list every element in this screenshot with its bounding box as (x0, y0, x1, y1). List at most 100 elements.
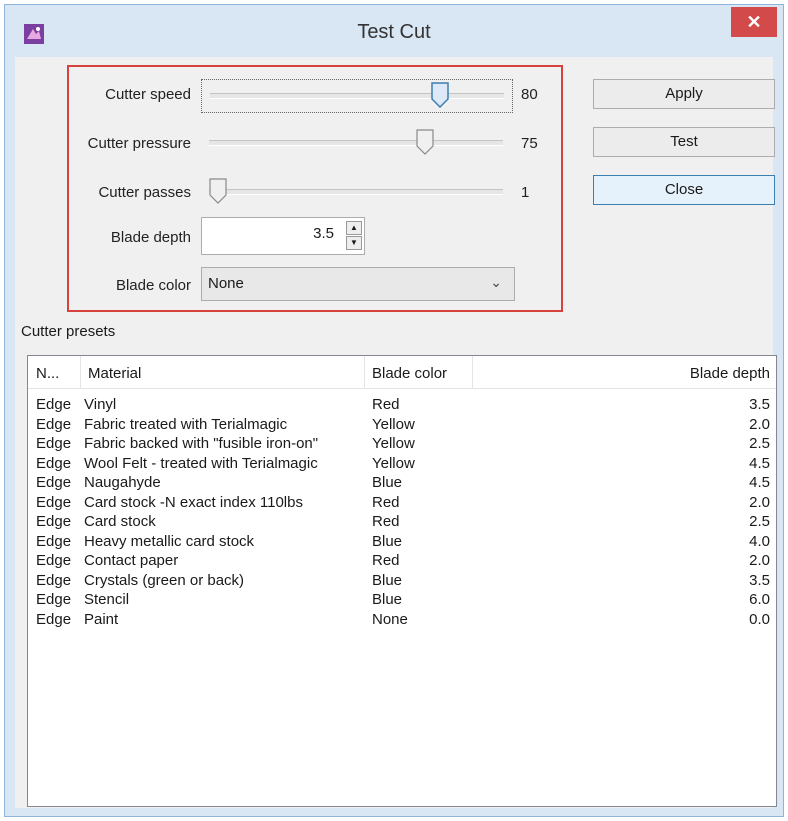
cutter-speed-slider[interactable] (201, 79, 513, 113)
test-button[interactable]: Test (593, 127, 775, 157)
column-header-name[interactable]: N... (36, 365, 59, 382)
column-header-blade-color[interactable]: Blade color (372, 365, 447, 382)
column-divider[interactable] (364, 356, 365, 388)
cell-material: Contact paper (84, 552, 179, 569)
cutter-speed-thumb[interactable] (431, 82, 449, 108)
window-title: Test Cut (357, 21, 431, 43)
cutter-pressure-label: Cutter pressure (87, 135, 191, 152)
table-row[interactable]: Edge Fabric treated with Terialmagic Yello… (28, 416, 776, 435)
cell-name: Edge (36, 532, 72, 550)
cell-blade-depth: 0.0 (749, 610, 770, 628)
blade-color-label: Blade color (115, 277, 191, 294)
cutter-pressure-track (209, 140, 503, 146)
column-header-material[interactable]: Material (88, 365, 141, 382)
cutter-pressure-value: 75 (521, 135, 538, 152)
chevron-down-icon: ⌄ (490, 274, 502, 290)
cell-name: Edge (36, 454, 72, 472)
cell-material: Vinyl (84, 396, 117, 413)
dialog-body: Cutter speed 80 Cutter pressure 75 Cutte… (15, 57, 777, 808)
cell-name: Edge (36, 552, 72, 569)
table-row[interactable]: Edge Wool Felt - treated with Terialmagic… (28, 455, 776, 474)
table-row[interactable]: Edge Stencil Blue 6.0 (28, 591, 776, 610)
cell-blade-color: Red (372, 493, 400, 511)
blade-depth-spinner[interactable]: 3.5 ▲ ▼ (201, 217, 365, 255)
cell-material: Fabric treated with Terialmagic (84, 415, 288, 433)
cell-material: Wool Felt - treated with Terialmagic (84, 454, 318, 472)
cutter-passes-value: 1 (521, 184, 530, 201)
cell-blade-depth: 2.5 (749, 435, 770, 452)
cutter-speed-track (210, 93, 504, 99)
cell-blade-depth: 4.5 (749, 474, 770, 491)
cell-name: Edge (36, 493, 72, 511)
cell-blade-depth: 2.5 (749, 513, 770, 530)
table-row[interactable]: Edge Paint None 0.0 (28, 611, 776, 630)
cell-material: Card stock (84, 513, 156, 530)
table-row[interactable]: Edge Vinyl Red 3.5 (28, 396, 776, 415)
column-divider[interactable] (80, 356, 81, 388)
cell-blade-color: Red (372, 396, 400, 413)
cutter-passes-thumb[interactable] (209, 178, 227, 204)
cutter-presets-list[interactable]: N... Material Blade color Blade depth Ed… (27, 355, 777, 807)
cell-blade-depth: 2.0 (749, 552, 770, 569)
cutter-speed-label: Cutter speed (105, 86, 191, 103)
cell-name: Edge (36, 571, 72, 589)
cutter-passes-label: Cutter passes (98, 184, 191, 201)
cell-blade-depth: 3.5 (749, 571, 770, 589)
table-row[interactable]: Edge Card stock -N exact index 110lbs Red 2… (28, 494, 776, 513)
cell-blade-color: Red (372, 552, 400, 569)
cutter-pressure-slider[interactable] (201, 127, 511, 159)
column-divider[interactable] (472, 356, 473, 388)
cell-name: Edge (36, 610, 72, 628)
spin-down-icon[interactable]: ▼ (346, 236, 362, 250)
cell-name: Edge (36, 474, 72, 491)
cell-blade-depth: 3.5 (749, 396, 770, 413)
cell-blade-color: Blue (372, 591, 403, 608)
blade-depth-value: 3.5 (313, 225, 334, 242)
cell-blade-depth: 4.5 (749, 454, 770, 472)
cell-blade-depth: 6.0 (749, 591, 770, 608)
cell-material: Heavy metallic card stock (84, 532, 255, 550)
cell-blade-depth: 2.0 (749, 493, 770, 511)
cell-blade-color: Blue (372, 532, 403, 550)
close-button[interactable]: Close (593, 175, 775, 205)
table-row[interactable]: Edge Heavy metallic card stock Blue 4.0 (28, 533, 776, 552)
cutter-passes-track (209, 189, 503, 195)
spin-up-icon[interactable]: ▲ (346, 221, 362, 235)
cutter-passes-slider[interactable] (201, 176, 511, 208)
title-bar: Test Cut ✕ (5, 5, 783, 57)
cutter-presets-label: Cutter presets (21, 323, 116, 340)
column-header-blade-depth[interactable]: Blade depth (690, 365, 770, 382)
test-cut-window: Test Cut ✕ Cutter speed 80 Cutter pressu… (4, 4, 784, 817)
cell-blade-color: None (372, 610, 408, 628)
cell-blade-color: Yellow (372, 454, 415, 472)
cell-name: Edge (36, 435, 72, 452)
table-row[interactable]: Edge Card stock Red 2.5 (28, 513, 776, 532)
table-row[interactable]: Edge Fabric backed with "fusible iron-on"… (28, 435, 776, 454)
apply-button[interactable]: Apply (593, 79, 775, 109)
cell-material: Fabric backed with "fusible iron-on" (84, 435, 319, 452)
cell-blade-color: Yellow (372, 415, 415, 433)
blade-color-selected: None (208, 275, 244, 292)
table-row[interactable]: Edge Contact paper Red 2.0 (28, 552, 776, 571)
cell-material: Paint (84, 610, 119, 628)
list-header: N... Material Blade color Blade depth (28, 356, 776, 389)
cell-blade-depth: 2.0 (749, 415, 770, 433)
cell-blade-color: Red (372, 513, 400, 530)
cell-name: Edge (36, 396, 72, 413)
cell-blade-color: Yellow (372, 435, 415, 452)
cell-material: Card stock -N exact index 110lbs (84, 493, 303, 511)
table-row[interactable]: Edge Crystals (green or back) Blue 3.5 (28, 572, 776, 591)
cell-blade-color: Blue (372, 571, 403, 589)
blade-color-dropdown[interactable]: None ⌄ (201, 267, 515, 301)
table-row[interactable]: Edge Naugahyde Blue 4.5 (28, 474, 776, 493)
cell-name: Edge (36, 591, 72, 608)
cell-name: Edge (36, 415, 72, 433)
cutter-pressure-thumb[interactable] (416, 129, 434, 155)
close-window-button[interactable]: ✕ (731, 7, 777, 37)
cell-material: Stencil (84, 591, 130, 608)
blade-depth-spin-buttons: ▲ ▼ (346, 221, 362, 251)
cell-material: Crystals (green or back) (84, 571, 245, 589)
cell-blade-color: Blue (372, 474, 403, 491)
cell-material: Naugahyde (84, 474, 161, 491)
blade-depth-label: Blade depth (110, 229, 191, 246)
